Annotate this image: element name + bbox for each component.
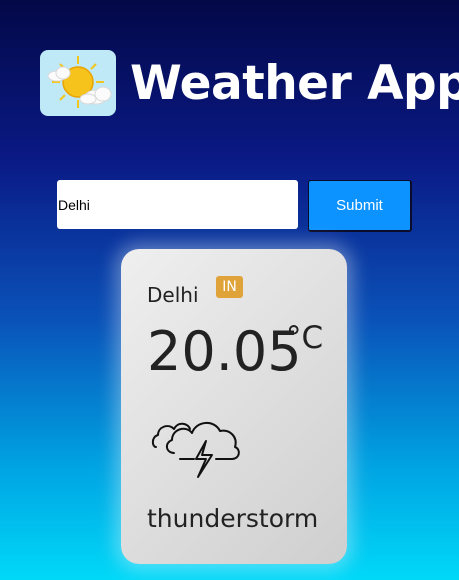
- sun-cloud-icon: [40, 50, 116, 116]
- weather-card: Delhi IN 20.05 °C thunderstorm: [121, 249, 347, 564]
- app-header: Weather App: [40, 50, 459, 116]
- weather-description: thunderstorm: [147, 504, 319, 533]
- country-badge: IN: [216, 276, 243, 298]
- city-search-input[interactable]: [57, 180, 298, 229]
- app-title: Weather App: [130, 55, 459, 111]
- temperature-unit: °C: [286, 320, 324, 356]
- city-name: Delhi: [147, 283, 199, 307]
- thunderstorm-icon: [150, 407, 246, 488]
- submit-button[interactable]: Submit: [308, 180, 412, 232]
- temperature-value: 20.05: [147, 320, 302, 383]
